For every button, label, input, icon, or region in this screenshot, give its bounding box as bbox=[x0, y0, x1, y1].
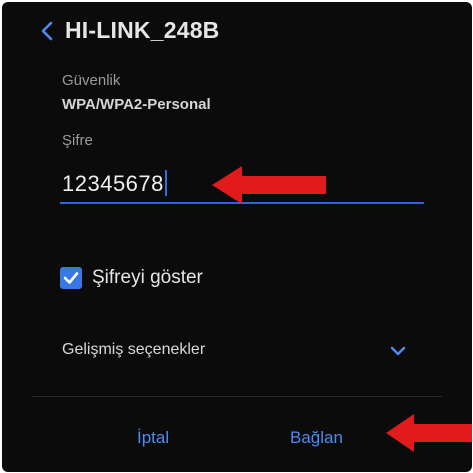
red-arrow-left-icon-2 bbox=[386, 414, 472, 452]
red-arrow-left-icon bbox=[212, 166, 326, 204]
cancel-button[interactable]: İptal bbox=[137, 428, 169, 448]
connect-button[interactable]: Bağlan bbox=[290, 428, 343, 448]
checkbox-checked-icon bbox=[60, 267, 82, 289]
chevron-left-icon[interactable] bbox=[40, 21, 54, 41]
security-label: Güvenlik bbox=[62, 72, 121, 89]
network-name-title: HI-LINK_248B bbox=[65, 17, 220, 43]
footer-divider bbox=[32, 396, 442, 397]
password-value-text: 12345678 bbox=[62, 171, 164, 196]
advanced-options-label: Gelişmiş seçenekler bbox=[62, 341, 206, 358]
security-value: WPA/WPA2-Personal bbox=[62, 96, 211, 113]
advanced-options-toggle[interactable]: Gelişmiş seçenekler bbox=[62, 337, 412, 367]
wifi-connect-dialog: HI-LINK_248B Güvenlik WPA/WPA2-Personal … bbox=[2, 2, 472, 472]
chevron-down-icon bbox=[390, 346, 406, 356]
text-cursor bbox=[164, 170, 167, 196]
show-password-label: Şifreyi göster bbox=[92, 267, 203, 288]
password-label: Şifre bbox=[62, 132, 93, 149]
